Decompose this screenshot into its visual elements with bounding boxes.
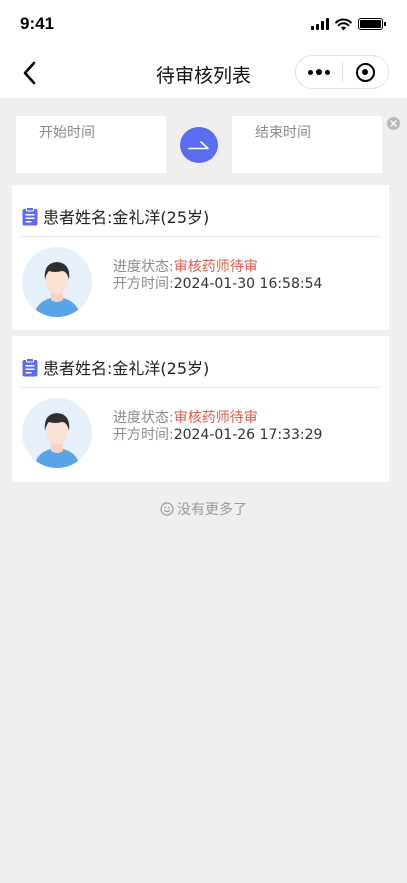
no-more-text: 没有更多了: [177, 502, 247, 518]
time-line: 开方时间:2024-01-26 17:33:29: [113, 427, 322, 444]
more-icon: [307, 69, 330, 75]
prescription-info: 进度状态:审核药师待审 开方时间:2024-01-30 16:58:54: [113, 259, 322, 293]
status-bar: 9:41: [0, 0, 407, 48]
more-button[interactable]: [296, 56, 342, 88]
card-divider: [19, 236, 381, 237]
time-value: 2024-01-26 17:33:29: [173, 427, 323, 443]
clear-dates-button[interactable]: [387, 117, 400, 130]
patient-name: 患者姓名:金礼洋(25岁): [43, 359, 210, 378]
mini-program-capsule: [295, 55, 389, 89]
card-header: 患者姓名:金礼洋(25岁): [22, 204, 209, 228]
status-label: 进度状态:: [113, 259, 174, 275]
time-value: 2024-01-30 16:58:54: [173, 276, 323, 292]
end-date-placeholder: 结束时间: [255, 125, 311, 141]
status-label: 进度状态:: [113, 410, 174, 426]
close-mini-program-button[interactable]: [343, 56, 389, 88]
nav-bar: 待审核列表: [0, 48, 407, 98]
prescription-info: 进度状态:审核药师待审 开方时间:2024-01-26 17:33:29: [113, 410, 322, 444]
patient-name: 患者姓名:金礼洋(25岁): [43, 208, 210, 227]
avatar: [22, 398, 92, 468]
prescription-card[interactable]: 患者姓名:金礼洋(25岁) 进度状态:审核药师待审 开方时间:2024-01-2…: [12, 336, 389, 482]
time-line: 开方时间:2024-01-30 16:58:54: [113, 276, 322, 293]
end-date-field[interactable]: 结束时间: [232, 116, 382, 173]
status-line: 进度状态:审核药师待审: [113, 410, 322, 427]
date-range-arrow: [180, 127, 218, 163]
card-divider: [19, 387, 381, 388]
document-icon: [22, 357, 38, 376]
time-label: 开方时间:: [113, 427, 174, 443]
battery-icon: [358, 18, 386, 30]
start-date-placeholder: 开始时间: [39, 125, 95, 141]
no-more-indicator: 没有更多了: [0, 499, 407, 519]
start-date-field[interactable]: 开始时间: [16, 116, 166, 173]
status-line: 进度状态:审核药师待审: [113, 259, 322, 276]
avatar: [22, 247, 92, 317]
time-label: 开方时间:: [113, 276, 174, 292]
status-value: 审核药师待审: [173, 410, 258, 426]
clear-icon: [390, 120, 397, 127]
target-icon: [355, 62, 375, 82]
arrow-right-icon: [188, 141, 209, 150]
status-time: 9:41: [20, 14, 55, 33]
document-icon: [22, 206, 38, 225]
smile-icon: [160, 502, 174, 516]
status-icons: [311, 16, 386, 32]
status-value: 审核药师待审: [173, 259, 258, 275]
card-header: 患者姓名:金礼洋(25岁): [22, 355, 209, 379]
prescription-card[interactable]: 患者姓名:金礼洋(25岁) 进度状态:审核药师待审 开方时间:2024-01-3…: [12, 185, 389, 330]
wifi-icon: [335, 18, 352, 30]
signal-icon: [311, 18, 329, 30]
